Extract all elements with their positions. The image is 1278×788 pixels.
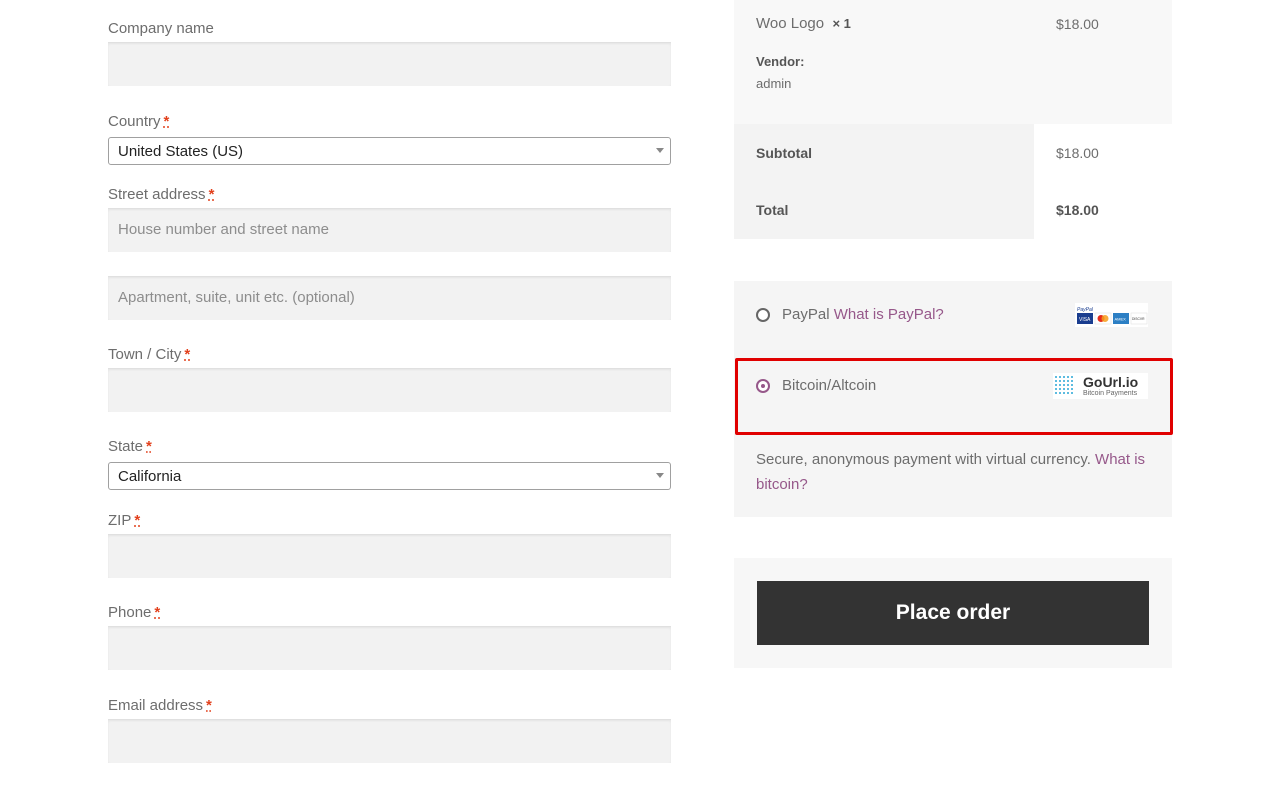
- phone-input[interactable]: [108, 626, 671, 670]
- state-select[interactable]: California: [108, 462, 671, 490]
- paypal-radio[interactable]: [756, 308, 770, 322]
- total-value: $18.00: [1056, 202, 1099, 218]
- order-item-name: Woo Logo × 1: [756, 15, 851, 32]
- email-label: Email address *: [108, 697, 212, 714]
- svg-text:VISA: VISA: [1079, 317, 1091, 323]
- street-address-label: Street address *: [108, 186, 215, 203]
- street-address-2-input[interactable]: Apartment, suite, unit etc. (optional): [108, 276, 671, 320]
- total-label: Total: [756, 202, 789, 218]
- chevron-down-icon: [656, 148, 664, 153]
- email-input[interactable]: [108, 719, 671, 763]
- svg-text:AMEX: AMEX: [1115, 317, 1127, 322]
- order-item-qty: × 1: [832, 16, 851, 31]
- paypal-label: PayPal: [782, 306, 830, 323]
- phone-label: Phone *: [108, 604, 161, 621]
- what-is-paypal-link[interactable]: What is PayPal?: [834, 306, 944, 323]
- required-marker: *: [146, 438, 152, 455]
- zip-label: ZIP *: [108, 512, 141, 529]
- state-select-value: California: [118, 468, 182, 485]
- bitcoin-option-highlight: [735, 358, 1173, 435]
- order-item-price: $18.00: [1056, 16, 1099, 32]
- totals-label-column: [734, 124, 1034, 239]
- paypal-cards-logo: PayPal VISA AMEX DISCVR: [1075, 303, 1148, 327]
- required-marker: *: [163, 113, 170, 130]
- company-name-input[interactable]: [108, 42, 671, 86]
- city-label: Town / City *: [108, 346, 191, 363]
- paypal-option[interactable]: PayPal What is PayPal?: [782, 306, 944, 323]
- place-order-button[interactable]: Place order: [757, 581, 1149, 645]
- street-address-2-placeholder: Apartment, suite, unit etc. (optional): [118, 289, 355, 306]
- chevron-down-icon: [656, 473, 664, 478]
- required-marker: *: [134, 512, 141, 529]
- country-label: Country *: [108, 113, 170, 130]
- subtotal-value: $18.00: [1056, 145, 1099, 161]
- bitcoin-description: Secure, anonymous payment with virtual c…: [756, 451, 1146, 493]
- required-marker: *: [208, 186, 215, 203]
- country-select[interactable]: United States (US): [108, 137, 671, 165]
- vendor-label: Vendor:: [756, 54, 805, 69]
- state-label: State *: [108, 438, 152, 455]
- vendor-value: admin: [756, 76, 792, 91]
- country-select-value: United States (US): [118, 143, 244, 160]
- street-address-placeholder: House number and street name: [118, 221, 329, 238]
- required-marker: *: [206, 697, 212, 714]
- credit-cards-icon: PayPal VISA AMEX DISCVR: [1077, 307, 1148, 325]
- required-marker: *: [154, 604, 161, 621]
- company-name-label: Company name: [108, 20, 214, 37]
- street-address-input[interactable]: House number and street name: [108, 208, 671, 252]
- subtotal-label: Subtotal: [756, 145, 812, 161]
- required-marker: *: [184, 346, 191, 363]
- city-input[interactable]: [108, 368, 671, 412]
- svg-text:PayPal: PayPal: [1077, 307, 1094, 313]
- svg-text:DISCVR: DISCVR: [1132, 317, 1145, 321]
- zip-input[interactable]: [108, 534, 671, 578]
